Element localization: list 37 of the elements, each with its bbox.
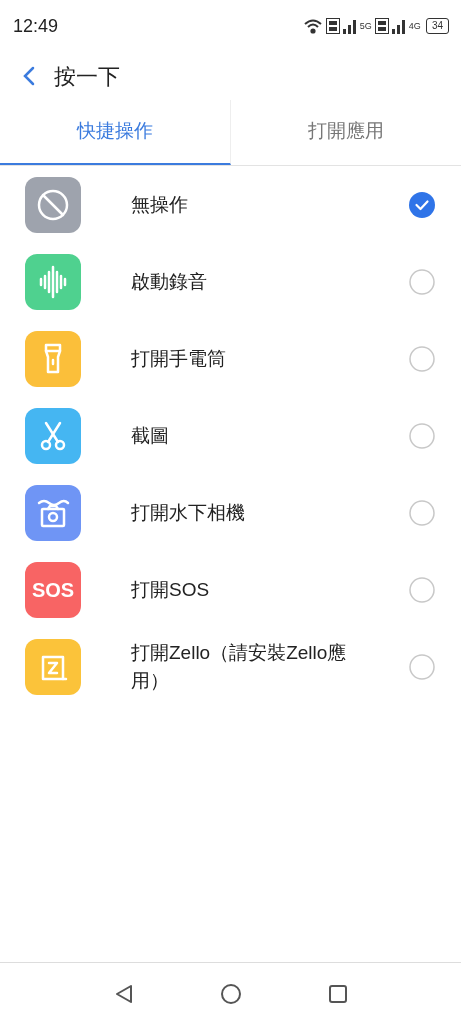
option-row[interactable]: 打開水下相機 [0, 474, 461, 551]
radio-button[interactable] [409, 268, 435, 295]
wifi-icon [302, 18, 323, 34]
volte-icon [325, 18, 340, 34]
option-label: 啟動錄音 [131, 269, 208, 294]
back-icon[interactable] [22, 65, 36, 87]
radio-button[interactable] [409, 345, 435, 372]
signal-icon [391, 18, 406, 34]
network-label: 4G [408, 20, 421, 33]
status-time: 12:49 [13, 14, 59, 38]
volte-icon [374, 18, 389, 34]
tab[interactable]: 打開應用 [231, 100, 461, 165]
network-label: 5G [359, 20, 372, 33]
option-label: 打開SOS [131, 577, 211, 602]
page-title: 按一下 [54, 62, 120, 91]
option-label: 打開手電筒 [131, 346, 227, 371]
option-label: 打開水下相機 [131, 500, 246, 525]
recents-nav-icon[interactable] [326, 982, 349, 1005]
tab[interactable]: 快捷操作 [0, 100, 231, 165]
option-label: 打開Zello（請安裝Zello應用） [131, 640, 348, 693]
battery-indicator: 34 [425, 18, 449, 34]
option-row[interactable]: 打開手電筒 [0, 320, 461, 397]
option-label: 無操作 [131, 192, 189, 217]
option-row[interactable]: SOS 打開SOS [0, 551, 461, 628]
radio-button[interactable] [409, 422, 435, 449]
home-nav-icon[interactable] [219, 982, 242, 1005]
radio-checked[interactable] [409, 191, 435, 218]
sos-icon: SOS [25, 561, 81, 618]
signal-icon [342, 18, 357, 34]
option-row[interactable]: 啟動錄音 [0, 243, 461, 320]
radio-button[interactable] [409, 576, 435, 603]
option-row[interactable]: 打開Zello（請安裝Zello應用） [0, 628, 461, 705]
radio-button[interactable] [409, 653, 435, 680]
option-row[interactable]: 截圖 [0, 397, 461, 474]
radio-button[interactable] [409, 499, 435, 526]
option-row[interactable]: 無操作 [0, 166, 461, 243]
option-label: 截圖 [131, 423, 170, 448]
